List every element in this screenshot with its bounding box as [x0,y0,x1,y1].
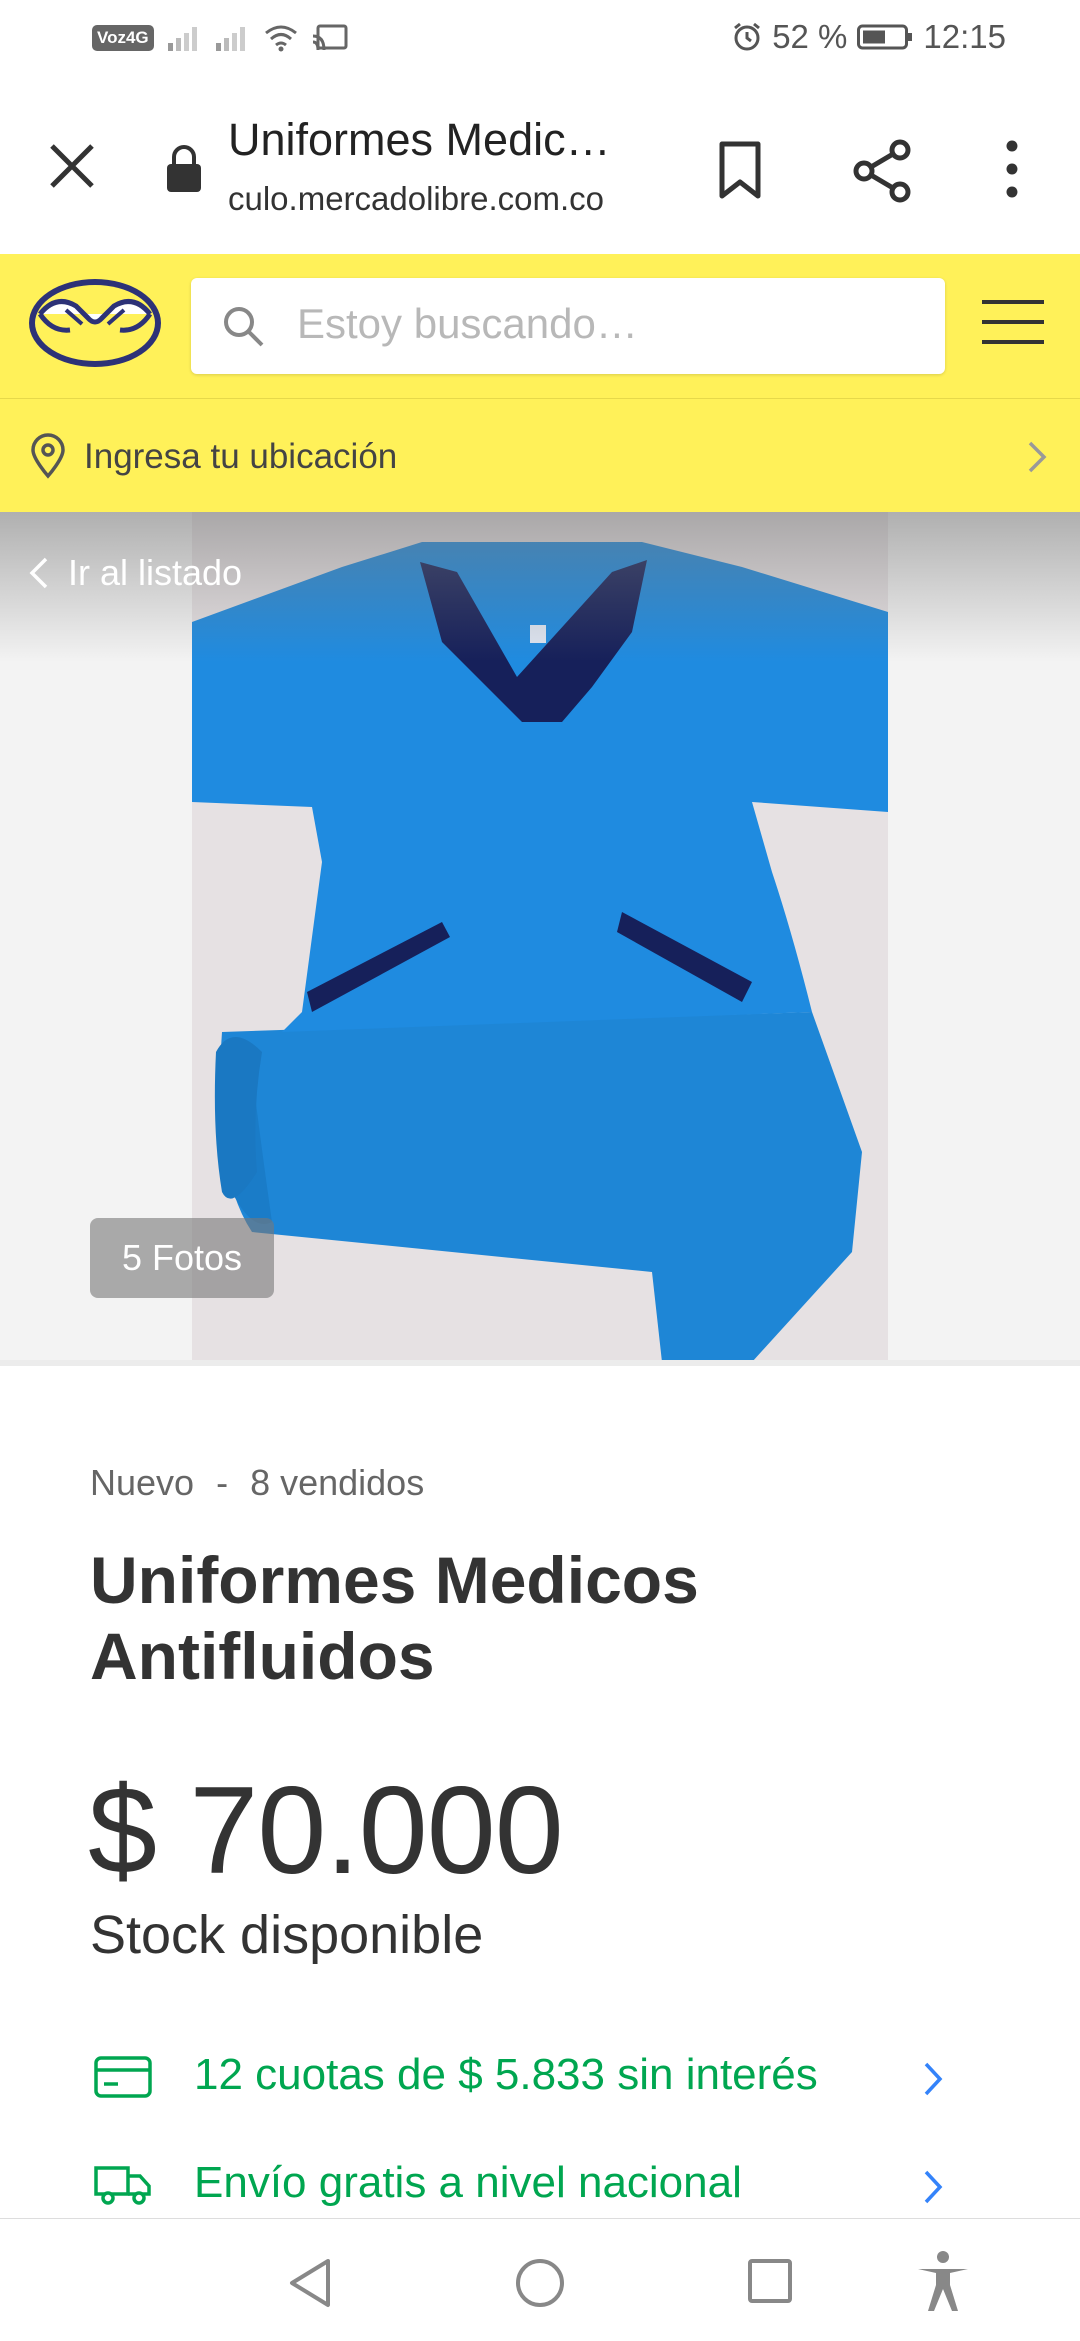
location-pin-icon [31,433,65,479]
alarm-icon [734,22,761,51]
close-icon[interactable] [42,136,102,196]
free-shipping-row[interactable]: Envío gratis a nivel nacional [90,2144,990,2224]
signal-icon-2 [215,27,245,51]
stock-status: Stock disponible [90,1905,484,1965]
bookmark-icon[interactable] [710,138,770,202]
condition-line: Nuevo -8 vendidos [90,1462,424,1504]
mercadolibre-logo[interactable] [26,274,164,372]
product-title: Uniformes Medicos Antifluidos [90,1543,699,1693]
battery-icon [857,24,913,50]
search-input[interactable]: Estoy buscando… [191,278,945,374]
credit-card-icon [94,2056,152,2098]
wifi-icon [264,25,297,52]
chevron-right-icon [1028,441,1047,473]
network-badge: Voz4G [92,25,154,51]
location-bar[interactable]: Ingresa tu ubicación [0,398,1080,513]
search-placeholder: Estoy buscando… [297,300,638,347]
battery-percent: 52 % [772,18,848,55]
accessibility-icon[interactable] [914,2249,972,2313]
back-to-listing-link[interactable]: Ir al listado [28,552,242,594]
location-label: Ingresa tu ubicación [84,437,398,476]
installments-text: 12 cuotas de $ 5.833 sin interés [194,2050,818,2099]
cast-icon [312,24,348,51]
share-icon[interactable] [850,138,916,204]
product-price: $ 70.000 [88,1762,564,1900]
back-nav-icon[interactable] [286,2257,334,2309]
condition: Nuevo [90,1462,195,1503]
system-nav-bar [0,2218,1080,2341]
status-bar: Voz4G 52 % 12:15 [0,0,1080,84]
hamburger-menu-icon[interactable] [982,300,1044,350]
signal-icon [167,27,197,51]
condition-separator: - [216,1462,229,1503]
lock-icon [167,145,201,192]
site-header: Estoy buscando… [0,254,1080,398]
recents-nav-icon[interactable] [746,2257,794,2305]
browser-toolbar: Uniformes Medic… culo.mercadolibre.com.c… [0,84,1080,255]
divider [0,1360,1080,1366]
free-shipping-text: Envío gratis a nivel nacional [194,2158,742,2207]
search-icon [224,307,264,347]
clock: 12:15 [923,18,1006,55]
more-options-icon[interactable] [990,136,1034,202]
sold-count: 8 vendidos [250,1462,425,1503]
product-gallery[interactable]: Ir al listado 5 Fotos [0,512,1080,1360]
page-title: Uniformes Medic… [228,114,611,165]
photo-count-badge[interactable]: 5 Fotos [90,1218,274,1298]
chevron-left-icon [29,557,48,589]
home-nav-icon[interactable] [514,2257,566,2309]
chevron-right-icon [924,2062,943,2096]
back-to-listing-label: Ir al listado [68,552,243,593]
chevron-right-icon [924,2170,943,2204]
url-text[interactable]: culo.mercadolibre.com.co [228,180,648,218]
installments-row[interactable]: 12 cuotas de $ 5.833 sin interés [90,2036,990,2116]
truck-icon [94,2166,151,2205]
